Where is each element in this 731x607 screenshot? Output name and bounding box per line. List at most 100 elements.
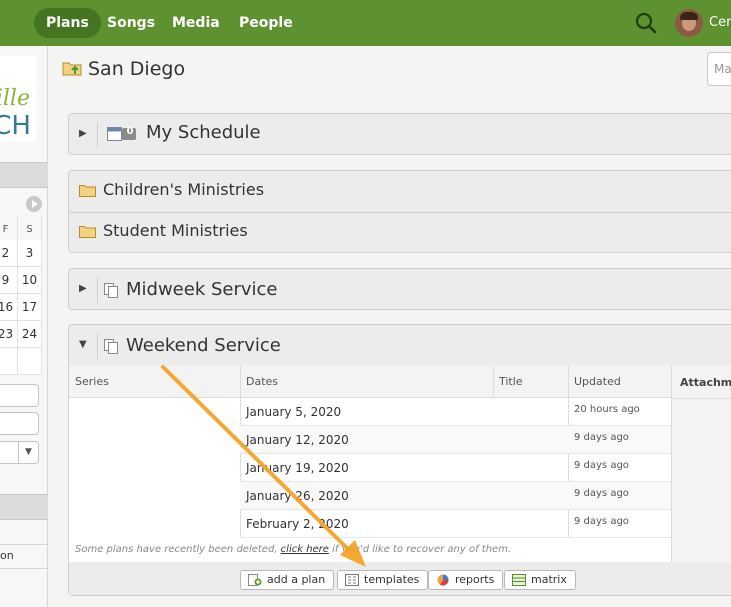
table-row[interactable]: January 26, 2020 9 days ago (240, 482, 671, 510)
recover-plans-link[interactable]: click here (281, 544, 329, 555)
matrix-label: matrix (531, 573, 567, 586)
column-header-dates[interactable]: Dates (246, 375, 278, 388)
column-header-title[interactable]: Title (499, 375, 523, 388)
plan-updated: 9 days ago (574, 432, 629, 443)
divider (97, 333, 98, 359)
expand-arrow-icon[interactable]: ▶ (79, 283, 87, 294)
table-row[interactable]: January 19, 2020 9 days ago (240, 454, 671, 482)
panel-midweek-service[interactable]: ▶ Midweek Service (68, 268, 731, 310)
divider (0, 544, 48, 545)
column-header-updated[interactable]: Updated (574, 375, 621, 388)
calendar-day[interactable]: 9 (0, 267, 18, 294)
chevron-down-icon: ▼ (18, 442, 38, 463)
reports-button[interactable]: reports (428, 570, 504, 590)
add-plan-button[interactable]: add a plan (240, 570, 335, 590)
table-header: Series Dates Title Updated (69, 366, 671, 398)
panel-folders: Children's Ministries Student Ministries (68, 170, 731, 253)
expand-arrow-icon[interactable]: ▶ (79, 128, 87, 139)
table-row[interactable]: January 5, 2020 20 hours ago (240, 398, 671, 426)
panel-title-midweek-service[interactable]: Midweek Service (126, 279, 278, 300)
add-plan-icon (248, 574, 262, 586)
schedule-count-badge: 0 (126, 126, 134, 137)
nav-tab-plans[interactable]: Plans (34, 8, 101, 38)
notice-text: Some plans have recently been deleted, (75, 544, 278, 555)
templates-icon (345, 574, 359, 586)
service-type-icon (104, 283, 118, 298)
add-plan-label: add a plan (267, 573, 326, 586)
templates-label: templates (364, 573, 420, 586)
divider (672, 398, 731, 399)
calendar-day[interactable]: 17 (18, 294, 42, 321)
divider (69, 212, 731, 213)
sidebar-select[interactable]: ▼ (0, 441, 39, 464)
calendar-day[interactable]: 24 (18, 321, 42, 348)
calendar-day[interactable]: 16 (0, 294, 18, 321)
plan-updated: 9 days ago (574, 488, 629, 499)
calendar-day[interactable] (0, 348, 18, 375)
logo-text-top: ille (0, 86, 30, 111)
collapse-arrow-icon[interactable]: ▼ (79, 339, 87, 350)
service-type-icon (104, 339, 118, 354)
panel-title-weekend-service[interactable]: Weekend Service (126, 335, 281, 356)
sidebar-button[interactable] (0, 384, 39, 407)
templates-button[interactable]: templates (337, 570, 429, 590)
plan-date[interactable]: January 5, 2020 (246, 405, 341, 419)
calendar-day-header: S (18, 216, 42, 243)
nav-tab-media[interactable]: Media (160, 8, 232, 38)
column-header-series[interactable]: Series (75, 375, 109, 388)
calendar-day[interactable]: 3 (18, 240, 42, 267)
user-avatar[interactable] (675, 9, 703, 37)
plan-updated: 20 hours ago (574, 404, 640, 415)
user-name[interactable]: Cen (709, 15, 731, 30)
avatar-hair (680, 12, 698, 20)
plan-updated: 9 days ago (574, 516, 629, 527)
folder-icon (79, 185, 96, 197)
nav-tab-songs[interactable]: Songs (95, 8, 167, 38)
plan-updated: 9 days ago (574, 460, 629, 471)
folder-student-ministries[interactable]: Student Ministries (103, 221, 248, 240)
calendar-day[interactable] (18, 348, 42, 375)
plans-table: Series Dates Title Updated January 5, 20… (69, 366, 671, 562)
column-divider (493, 366, 494, 398)
logo-text-bottom: CH (0, 111, 31, 141)
folder-childrens-ministries[interactable]: Children's Ministries (103, 180, 264, 199)
plan-date[interactable]: January 26, 2020 (246, 489, 349, 503)
attachments-column: Attachme (671, 366, 731, 562)
plan-date[interactable]: January 19, 2020 (246, 461, 349, 475)
calendar-day[interactable]: 23 (0, 321, 18, 348)
plan-actions-bar: add a plan templates reports matrix (69, 563, 731, 595)
folder-up-icon (62, 62, 82, 76)
plan-date[interactable]: January 12, 2020 (246, 433, 349, 447)
church-logo: ille CH (0, 56, 36, 142)
notice-text: if you'd like to recover any of them. (332, 544, 512, 555)
deleted-plans-notice: Some plans have recently been deleted, c… (75, 544, 511, 555)
column-header-attachments[interactable]: Attachme (680, 376, 731, 389)
table-row[interactable]: January 12, 2020 9 days ago (240, 426, 671, 454)
plan-date[interactable]: February 2, 2020 (246, 517, 349, 531)
calendar-day[interactable]: 10 (18, 267, 42, 294)
sidebar-section-bar (0, 494, 48, 520)
pie-chart-icon (437, 574, 449, 586)
page-title: San Diego (88, 58, 186, 80)
calendar-day[interactable]: 2 (0, 240, 18, 267)
sidebar-item-label[interactable]: on (0, 549, 14, 562)
left-sidebar: ille CH F S 2 3 9 10 16 17 23 24 ▼ on (0, 46, 48, 607)
nav-tab-people[interactable]: People (227, 8, 305, 38)
calendar-next-icon[interactable] (26, 196, 42, 212)
reports-label: reports (455, 573, 495, 586)
divider (97, 277, 98, 303)
search-icon[interactable] (635, 12, 657, 34)
table-row[interactable]: February 2, 2020 9 days ago (240, 510, 671, 538)
divider (97, 122, 98, 148)
panel-title-my-schedule[interactable]: My Schedule (146, 122, 261, 143)
matrix-button[interactable]: matrix (504, 570, 576, 590)
folder-icon (79, 226, 96, 238)
calendar-day-header: F (0, 216, 18, 243)
sidebar-button[interactable] (0, 412, 39, 435)
divider (0, 568, 48, 569)
panel-my-schedule[interactable]: ▶ 0 My Schedule (68, 113, 731, 155)
top-nav-bar: Plans Songs Media People Cen (0, 0, 731, 46)
matrix-icon (512, 574, 526, 586)
header-search-input[interactable]: Ma (707, 52, 731, 86)
calendar-header-bar (0, 162, 48, 188)
